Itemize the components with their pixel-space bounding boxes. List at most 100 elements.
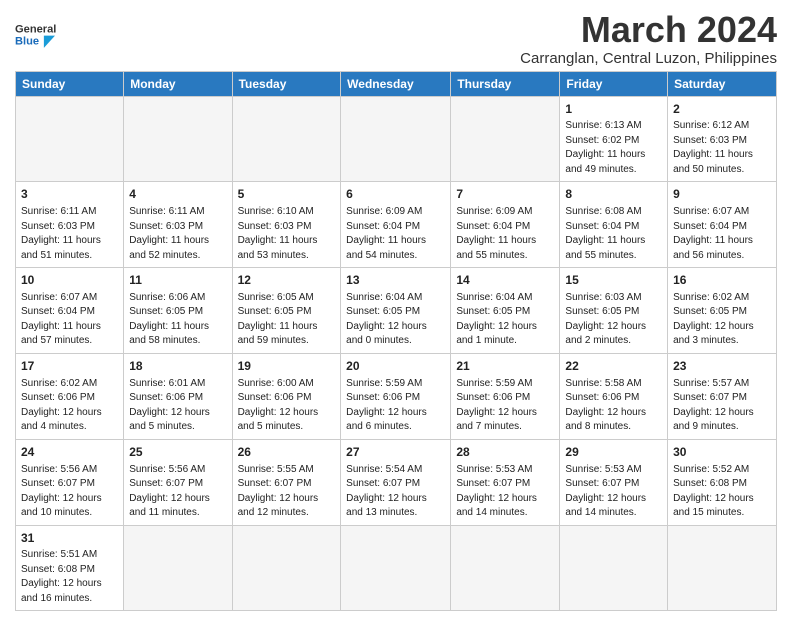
svg-text:Blue: Blue [15,36,39,48]
table-row: 10 Sunrise: 6:07 AM Sunset: 6:04 PM Dayli… [16,268,124,354]
day-number: 17 [21,358,118,375]
day-number: 2 [673,101,771,118]
table-row: 11 Sunrise: 6:06 AM Sunset: 6:05 PM Dayli… [124,268,232,354]
col-saturday: Saturday [668,71,777,96]
table-row: 17 Sunrise: 6:02 AM Sunset: 6:06 PM Dayli… [16,353,124,439]
table-row: 22 Sunrise: 5:58 AM Sunset: 6:06 PM Dayli… [560,353,668,439]
table-row: 31Sunrise: 5:51 AM Sunset: 6:08 PM Dayli… [16,525,124,611]
day-info: Sunrise: 5:59 AM Sunset: 6:06 PM Dayligh… [456,377,554,435]
table-row: 23 Sunrise: 5:57 AM Sunset: 6:07 PM Dayli… [668,353,777,439]
day-number: 6 [346,186,445,203]
table-row: 1Sunrise: 6:13 AM Sunset: 6:02 PM Daylig… [560,96,668,182]
table-row [16,96,124,182]
day-number: 24 [21,444,118,461]
day-number: 31 [21,530,118,547]
table-row: 20 Sunrise: 5:59 AM Sunset: 6:06 PM Dayli… [341,353,451,439]
day-number: 18 [129,358,226,375]
col-wednesday: Wednesday [341,71,451,96]
table-row: 3 Sunrise: 6:11 AM Sunset: 6:03 PM Daylig… [16,182,124,268]
month-title: March 2024 [520,10,777,50]
table-row [232,525,341,611]
calendar-table: Sunday Monday Tuesday Wednesday Thursday… [15,71,777,612]
day-number: 20 [346,358,445,375]
day-info: Sunrise: 6:07 AM Sunset: 6:04 PM Dayligh… [21,291,118,349]
day-number: 11 [129,272,226,289]
col-tuesday: Tuesday [232,71,341,96]
day-number: 5 [238,186,336,203]
table-row: 13Sunrise: 6:04 AM Sunset: 6:05 PM Dayli… [341,268,451,354]
day-number: 4 [129,186,226,203]
table-row [124,525,232,611]
table-row: 5 Sunrise: 6:10 AM Sunset: 6:03 PM Daylig… [232,182,341,268]
day-number: 7 [456,186,554,203]
table-row [451,96,560,182]
day-info: Sunrise: 6:05 AM Sunset: 6:05 PM Dayligh… [238,291,336,349]
day-info: Sunrise: 6:03 AM Sunset: 6:05 PM Dayligh… [565,291,662,349]
day-number: 30 [673,444,771,461]
table-row: 24 Sunrise: 5:56 AM Sunset: 6:07 PM Dayli… [16,439,124,525]
day-info: Sunrise: 6:06 AM Sunset: 6:05 PM Dayligh… [129,291,226,349]
day-info: Sunrise: 6:08 AM Sunset: 6:04 PM Dayligh… [565,205,662,263]
title-area: March 2024 Carranglan, Central Luzon, Ph… [520,10,777,67]
table-row [341,96,451,182]
day-info: Sunrise: 6:01 AM Sunset: 6:06 PM Dayligh… [129,377,226,435]
day-info: Sunrise: 6:11 AM Sunset: 6:03 PM Dayligh… [129,205,226,263]
table-row [451,525,560,611]
table-row: 12 Sunrise: 6:05 AM Sunset: 6:05 PM Dayli… [232,268,341,354]
table-row: 16Sunrise: 6:02 AM Sunset: 6:05 PM Dayli… [668,268,777,354]
day-info: Sunrise: 5:54 AM Sunset: 6:07 PM Dayligh… [346,463,445,521]
day-info: Sunrise: 5:53 AM Sunset: 6:07 PM Dayligh… [565,463,662,521]
calendar-header-row: Sunday Monday Tuesday Wednesday Thursday… [16,71,777,96]
day-info: Sunrise: 6:07 AM Sunset: 6:04 PM Dayligh… [673,205,771,263]
day-number: 25 [129,444,226,461]
day-info: Sunrise: 6:02 AM Sunset: 6:06 PM Dayligh… [21,377,118,435]
day-info: Sunrise: 6:11 AM Sunset: 6:03 PM Dayligh… [21,205,118,263]
day-info: Sunrise: 5:58 AM Sunset: 6:06 PM Dayligh… [565,377,662,435]
day-info: Sunrise: 6:12 AM Sunset: 6:03 PM Dayligh… [673,119,771,177]
day-info: Sunrise: 6:00 AM Sunset: 6:06 PM Dayligh… [238,377,336,435]
logo-area: General Blue [15,10,65,54]
day-number: 22 [565,358,662,375]
day-number: 10 [21,272,118,289]
table-row: 15 Sunrise: 6:03 AM Sunset: 6:05 PM Dayli… [560,268,668,354]
day-number: 27 [346,444,445,461]
day-number: 9 [673,186,771,203]
svg-text:General: General [15,23,56,35]
day-info: Sunrise: 5:56 AM Sunset: 6:07 PM Dayligh… [21,463,118,521]
col-friday: Friday [560,71,668,96]
table-row: 29 Sunrise: 5:53 AM Sunset: 6:07 PM Dayli… [560,439,668,525]
generalblue-logo: General Blue [15,14,65,54]
day-number: 29 [565,444,662,461]
day-number: 8 [565,186,662,203]
day-info: Sunrise: 5:56 AM Sunset: 6:07 PM Dayligh… [129,463,226,521]
table-row: 30 Sunrise: 5:52 AM Sunset: 6:08 PM Dayli… [668,439,777,525]
table-row: 28Sunrise: 5:53 AM Sunset: 6:07 PM Dayli… [451,439,560,525]
day-info: Sunrise: 6:04 AM Sunset: 6:05 PM Dayligh… [346,291,445,349]
col-monday: Monday [124,71,232,96]
day-info: Sunrise: 6:04 AM Sunset: 6:05 PM Dayligh… [456,291,554,349]
day-number: 1 [565,101,662,118]
day-info: Sunrise: 5:59 AM Sunset: 6:06 PM Dayligh… [346,377,445,435]
table-row: 14 Sunrise: 6:04 AM Sunset: 6:05 PM Dayli… [451,268,560,354]
day-info: Sunrise: 6:10 AM Sunset: 6:03 PM Dayligh… [238,205,336,263]
day-info: Sunrise: 5:57 AM Sunset: 6:07 PM Dayligh… [673,377,771,435]
day-number: 26 [238,444,336,461]
table-row [232,96,341,182]
day-info: Sunrise: 5:52 AM Sunset: 6:08 PM Dayligh… [673,463,771,521]
day-number: 23 [673,358,771,375]
day-info: Sunrise: 5:51 AM Sunset: 6:08 PM Dayligh… [21,548,118,606]
day-number: 12 [238,272,336,289]
subtitle: Carranglan, Central Luzon, Philippines [520,50,777,67]
day-info: Sunrise: 6:13 AM Sunset: 6:02 PM Dayligh… [565,119,662,177]
table-row: 6 Sunrise: 6:09 AM Sunset: 6:04 PM Daylig… [341,182,451,268]
table-row: 19Sunrise: 6:00 AM Sunset: 6:06 PM Dayli… [232,353,341,439]
day-info: Sunrise: 5:55 AM Sunset: 6:07 PM Dayligh… [238,463,336,521]
day-info: Sunrise: 6:09 AM Sunset: 6:04 PM Dayligh… [456,205,554,263]
day-info: Sunrise: 6:09 AM Sunset: 6:04 PM Dayligh… [346,205,445,263]
day-number: 15 [565,272,662,289]
day-number: 3 [21,186,118,203]
table-row: 8 Sunrise: 6:08 AM Sunset: 6:04 PM Daylig… [560,182,668,268]
day-number: 14 [456,272,554,289]
table-row: 9 Sunrise: 6:07 AM Sunset: 6:04 PM Daylig… [668,182,777,268]
table-row: 4 Sunrise: 6:11 AM Sunset: 6:03 PM Daylig… [124,182,232,268]
